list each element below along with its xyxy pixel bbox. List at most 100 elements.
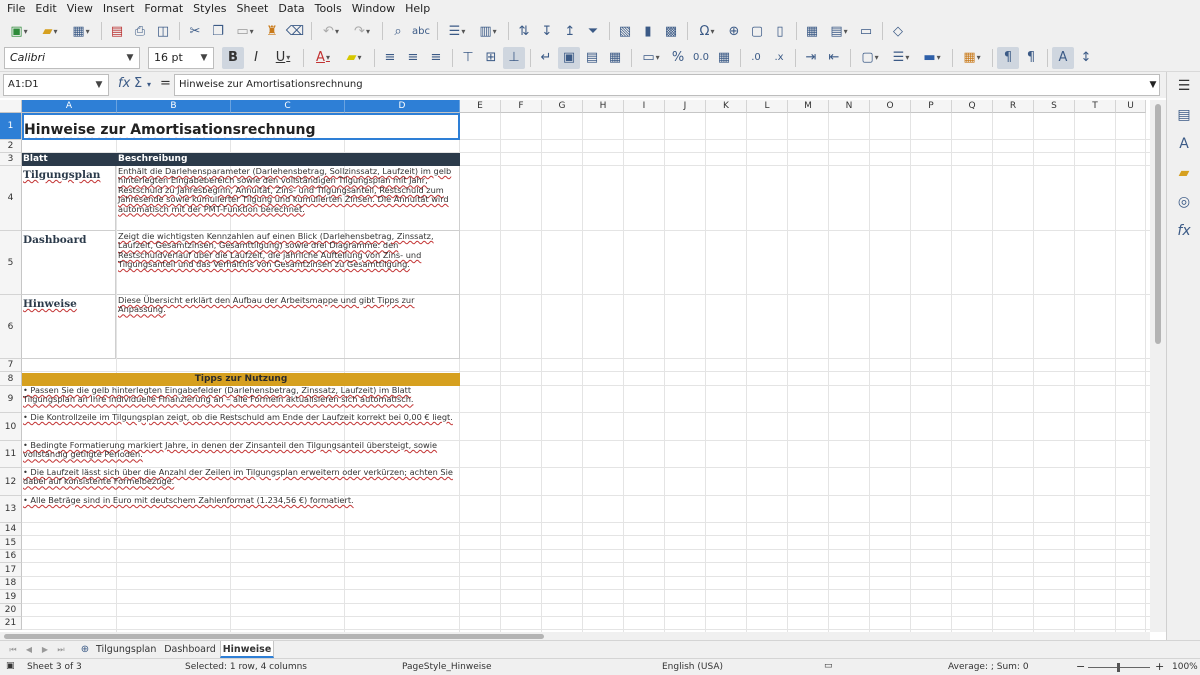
sort-descending-icon[interactable]: ↥ [559, 20, 581, 42]
export-pdf-icon[interactable]: ▤ [106, 20, 128, 42]
column-header[interactable]: T [1075, 100, 1116, 113]
border-style-icon[interactable]: ☰ [886, 47, 916, 69]
align-center-icon[interactable]: ≡ [402, 47, 424, 69]
title-cell[interactable]: Hinweise zur Amortisationsrechnung [22, 113, 460, 140]
document-modified-icon[interactable]: ▣ [6, 661, 15, 671]
horizontal-scroll-thumb[interactable] [4, 634, 544, 639]
tip-cell[interactable]: • Bedingte Formatierung markiert Jahre, … [22, 441, 460, 467]
wrap-text-icon[interactable]: ↵ [535, 47, 557, 69]
select-all-corner[interactable] [0, 100, 22, 113]
column-header[interactable]: A [22, 100, 117, 113]
chevron-down-icon[interactable]: ▼ [121, 48, 139, 68]
spreadsheet-grid[interactable]: ABCDEFGHIJKLMNOPQRSTU 1 2 3 4 5 6 7 8 9 10 11 12 13 1… [0, 100, 1150, 632]
decrease-indent-icon[interactable]: ⇤ [823, 47, 845, 69]
row-header[interactable]: 9 [0, 386, 22, 413]
row-header[interactable]: 17 [0, 563, 22, 577]
tab-hinweise[interactable]: Hinweise [220, 641, 274, 658]
spelling-icon[interactable]: abc [410, 20, 432, 42]
unmerge-cells-icon[interactable]: ▦ [604, 47, 626, 69]
insert-chart-icon[interactable]: ▮ [637, 20, 659, 42]
pivot-table-icon[interactable]: ▩ [660, 20, 682, 42]
center-vertically-icon[interactable]: ⊞ [480, 47, 502, 69]
zoom-slider-handle[interactable] [1117, 663, 1120, 672]
percent-format-icon[interactable]: % [667, 47, 689, 69]
font-name-box[interactable]: Calibri ▼ [4, 46, 140, 69]
tip-cell[interactable]: • Die Laufzeit lässt sich über die Anzah… [22, 468, 460, 494]
show-draw-functions-icon[interactable]: ◇ [887, 20, 909, 42]
description-cell[interactable]: Diese Übersicht erklärt den Aufbau der A… [117, 295, 460, 359]
menu-insert[interactable]: Insert [98, 0, 140, 18]
column-header[interactable]: I [624, 100, 665, 113]
menu-view[interactable]: View [62, 0, 98, 18]
sort-ascending-icon[interactable]: ↧ [536, 20, 558, 42]
row-header[interactable]: 7 [0, 359, 22, 372]
row-header[interactable]: 13 [0, 496, 22, 523]
tip-cell[interactable]: • Die Kontrollzeile im Tilgungsplan zeig… [22, 413, 460, 439]
formula-input[interactable]: Hinweise zur Amortisationsrechnung [174, 74, 1160, 96]
print-icon[interactable]: ⎙ [129, 20, 151, 42]
column-header[interactable]: B [117, 100, 231, 113]
header-footer-icon[interactable]: ▯ [769, 20, 791, 42]
text-orientation-horizontal-icon[interactable]: A [1052, 46, 1074, 69]
align-left-icon[interactable]: ≡ [379, 47, 401, 69]
align-bottom-icon[interactable]: ⊥ [503, 46, 525, 69]
row-header[interactable]: 2 [0, 140, 22, 153]
row-header[interactable]: 18 [0, 577, 22, 590]
number-format-icon[interactable]: 0.0 [690, 47, 712, 69]
sum-icon[interactable]: Σ [134, 76, 142, 91]
menu-window[interactable]: Window [347, 0, 400, 18]
sidebar-menu-icon[interactable]: ☰ [1174, 76, 1194, 96]
cut-icon[interactable]: ✂ [184, 20, 206, 42]
tip-cell[interactable]: • Alle Beträge sind in Euro mit deutsche… [22, 496, 460, 522]
font-color-icon[interactable]: A [308, 47, 338, 69]
name-box[interactable]: A1:D1 ▼ [3, 74, 109, 96]
navigator-icon[interactable]: ◎ [1174, 192, 1194, 212]
column-header[interactable]: U [1116, 100, 1146, 113]
conditional-format-icon[interactable]: ▦ [957, 47, 987, 69]
text-orientation-vertical-icon[interactable]: ↕ [1075, 47, 1097, 69]
right-to-left-icon[interactable]: ¶ [1020, 47, 1042, 69]
column-header[interactable]: E [460, 100, 501, 113]
row-header[interactable]: 19 [0, 590, 22, 604]
zoom-in-button[interactable]: + [1155, 660, 1164, 673]
insert-image-icon[interactable]: ▧ [614, 20, 636, 42]
menu-data[interactable]: Data [273, 0, 309, 18]
undo-icon[interactable]: ↶ [316, 20, 346, 42]
functions-icon[interactable]: fx [1174, 221, 1194, 241]
column-header[interactable]: D [345, 100, 460, 113]
clone-formatting-icon[interactable]: ♜ [261, 20, 283, 42]
page-style[interactable]: PageStyle_Hinweise [402, 662, 492, 672]
freeze-rows-columns-icon[interactable]: ▤ [824, 20, 854, 42]
column-header[interactable]: R [993, 100, 1034, 113]
tab-tilgungsplan[interactable]: Tilgungsplan [96, 641, 156, 658]
delete-decimal-icon[interactable]: .x [768, 47, 790, 69]
row-header[interactable]: 11 [0, 441, 22, 468]
language-status[interactable]: English (USA) [662, 662, 723, 672]
italic-icon[interactable]: I [245, 47, 267, 69]
row-header[interactable]: 20 [0, 604, 22, 617]
next-sheet-icon[interactable]: ▶ [38, 644, 52, 656]
add-decimal-icon[interactable]: .0 [745, 47, 767, 69]
formula-icon[interactable]: = [160, 76, 171, 91]
row-header[interactable]: 16 [0, 550, 22, 563]
column-header[interactable]: S [1034, 100, 1075, 113]
redo-icon[interactable]: ↷ [347, 20, 377, 42]
borders-icon[interactable]: ▢ [855, 47, 885, 69]
row-header[interactable]: 6 [0, 295, 22, 359]
description-cell[interactable]: Zeigt die wichtigsten Kennzahlen auf ein… [117, 231, 460, 295]
highlight-color-icon[interactable]: ▰ [339, 47, 369, 69]
menu-edit[interactable]: Edit [30, 0, 61, 18]
menu-help[interactable]: Help [400, 0, 435, 18]
menu-file[interactable]: File [2, 0, 30, 18]
column-header[interactable]: J [665, 100, 706, 113]
horizontal-scrollbar[interactable] [0, 632, 1150, 640]
print-preview-icon[interactable]: ◫ [152, 20, 174, 42]
column-header[interactable]: Q [952, 100, 993, 113]
first-sheet-icon[interactable]: ⏮ [6, 644, 20, 656]
tip-cell[interactable]: • Passen Sie die gelb hinterlegten Einga… [22, 386, 460, 412]
split-window-icon[interactable]: ▭ [855, 20, 877, 42]
tips-header-cell[interactable]: Tipps zur Nutzung [22, 373, 460, 386]
date-format-icon[interactable]: ▦ [713, 47, 735, 69]
menu-styles[interactable]: Styles [188, 0, 231, 18]
vertical-scrollbar[interactable] [1150, 100, 1166, 632]
